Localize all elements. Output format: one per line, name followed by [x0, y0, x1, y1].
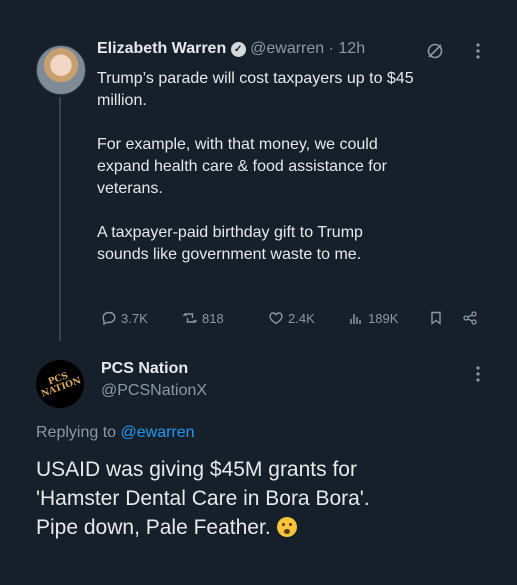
tweet-line: Trump’s parade will cost taxpayers up to… [97, 70, 414, 87]
tweet-line: A taxpayer-paid birthday gift to Trump [97, 224, 363, 241]
reply-author-name[interactable]: PCS Nation [101, 360, 188, 378]
author-handle[interactable]: @ewarren [250, 40, 324, 57]
repost-icon [182, 312, 198, 324]
replying-to-link[interactable]: @ewarren [121, 424, 195, 441]
reply-line: Pipe down, Pale Feather. [36, 516, 271, 539]
author-name[interactable]: Elizabeth Warren [97, 40, 226, 57]
reply-button[interactable]: 3.7K [101, 310, 148, 326]
tweet-line: expand health care & food assistance for [97, 158, 387, 175]
reply-line: USAID was giving $45M grants for [36, 458, 357, 481]
avatar-elizabeth-warren[interactable] [36, 45, 86, 95]
avatar-pcs-nation[interactable]: PCS NATION [29, 353, 91, 415]
views-icon [350, 314, 361, 324]
tweet-line: For example, with that money, we could [97, 136, 378, 153]
reply-text: USAID was giving $45M grants for 'Hamste… [36, 455, 506, 542]
bookmark-icon [431, 311, 441, 325]
grok-icon[interactable] [426, 42, 444, 65]
reply-icon [102, 311, 116, 326]
views-button[interactable]: 189K [348, 310, 398, 326]
timestamp[interactable]: 12h [338, 40, 365, 57]
tweet-line: million. [97, 92, 147, 109]
share-icon [463, 311, 477, 325]
flushed-face-emoji-icon [276, 517, 297, 537]
bookmark-button[interactable] [428, 310, 444, 326]
reply-line: 'Hamster Dental Care in Bora Bora'. [36, 487, 370, 510]
avatar-logo-text: PCS NATION [40, 371, 83, 400]
reply-author-handle[interactable]: @PCSNationX [101, 382, 207, 400]
like-button[interactable]: 2.4K [268, 310, 315, 326]
verified-badge-icon: ✓ [230, 42, 246, 57]
replying-to: Replying to @ewarren [36, 424, 195, 441]
tweet-text: Trump’s parade will cost taxpayers up to… [97, 68, 507, 266]
reply-more-options-icon[interactable] [475, 365, 481, 388]
tweet-line: sounds like government waste to me. [97, 246, 362, 263]
reply-count: 3.7K [121, 310, 148, 326]
repost-button[interactable]: 818 [182, 310, 224, 326]
tweet-line: veterans. [97, 180, 163, 197]
share-button[interactable] [462, 310, 478, 326]
separator: · [328, 40, 334, 57]
heart-icon [269, 312, 283, 325]
more-options-icon[interactable] [475, 42, 481, 65]
thread-line [59, 97, 61, 341]
like-count: 2.4K [288, 310, 315, 326]
tweet-header: Elizabeth Warren ✓ @ewarren · 12h [97, 40, 365, 58]
repost-count: 818 [202, 310, 224, 326]
view-count: 189K [368, 310, 399, 326]
